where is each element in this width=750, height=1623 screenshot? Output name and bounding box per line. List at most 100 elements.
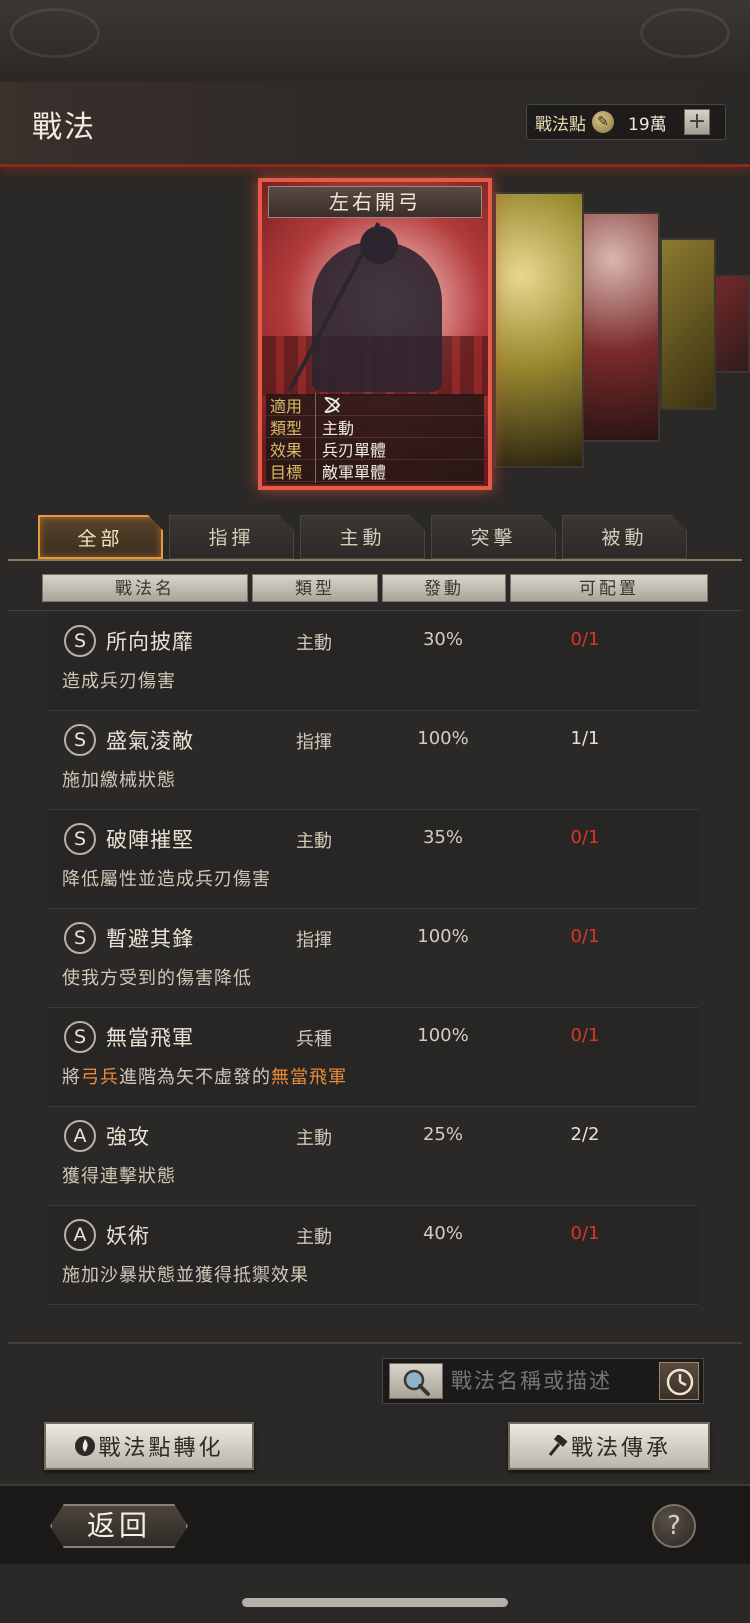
card-info-row: 類型 主動 — [266, 414, 484, 439]
card-back[interactable] — [494, 192, 584, 468]
list-bottom-divider — [8, 1342, 742, 1344]
tactic-name: 所向披靡 — [106, 630, 194, 654]
tactic-desc: 降低屬性並造成兵刃傷害 — [62, 869, 271, 890]
card-back[interactable] — [580, 212, 660, 442]
tactic-row[interactable]: S 無當飛軍 兵種 100% 0/1 將弓兵進階為矢不虛發的無當飛軍 — [48, 1008, 698, 1107]
tab-assault[interactable]: 突擊 — [431, 515, 556, 559]
inherit-tactic-button[interactable]: 戰法傳承 — [508, 1422, 710, 1470]
home-indicator[interactable] — [242, 1598, 508, 1607]
tactic-type: 主動 — [296, 633, 332, 654]
tactic-name: 無當飛軍 — [106, 1026, 194, 1050]
tactic-row[interactable]: S 暫避其鋒 指揮 100% 0/1 使我方受到的傷害降低 — [48, 909, 698, 1008]
card-title: 左右開弓 — [268, 186, 482, 218]
tactic-type: 主動 — [296, 1227, 332, 1248]
add-points-button[interactable]: + — [684, 109, 710, 135]
tab-command[interactable]: 指揮 — [169, 515, 294, 559]
info-key: 類型 — [266, 414, 316, 439]
tactic-slots: 0/1 — [570, 629, 600, 650]
tactic-desc: 施加沙暴狀態並獲得抵禦效果 — [62, 1265, 309, 1286]
grade-badge: S — [64, 724, 96, 756]
desc-highlight: 弓兵 — [81, 1067, 119, 1088]
tactic-rate: 100% — [417, 926, 469, 947]
help-button[interactable]: ? — [652, 1504, 696, 1548]
search-bar — [382, 1358, 704, 1404]
grade-badge: S — [64, 922, 96, 954]
tactic-name: 妖術 — [106, 1224, 150, 1248]
column-header-name[interactable]: 戰法名 — [42, 574, 248, 602]
footer-bar: 返回 ? — [0, 1484, 750, 1564]
column-header-trigger[interactable]: 發動 — [382, 574, 506, 602]
tactic-type: 主動 — [296, 831, 332, 852]
tactic-row[interactable]: S 盛氣淩敵 指揮 100% 1/1 施加繳械狀態 — [48, 711, 698, 810]
tactic-rate: 25% — [422, 1124, 463, 1145]
points-label: 戰法點 — [535, 114, 586, 135]
info-key: 目標 — [266, 458, 316, 483]
column-header-slots[interactable]: 可配置 — [510, 574, 708, 602]
tactic-rate: 35% — [422, 827, 463, 848]
desc-text: 進階為矢不虛發的 — [119, 1067, 271, 1088]
tactic-slots: 0/1 — [570, 1025, 600, 1046]
tactic-card-carousel[interactable]: 左右開弓 適用 類型 主動 效果 兵刃單體 目標 敵軍單體 — [0, 170, 750, 500]
grade-badge: S — [64, 1021, 96, 1053]
inherit-tactic-label: 戰法傳承 — [570, 1436, 671, 1461]
flame-icon — [75, 1436, 96, 1456]
tactic-row[interactable]: S 破陣摧堅 主動 35% 0/1 降低屬性並造成兵刃傷害 — [48, 810, 698, 909]
top-decor-strip — [0, 0, 750, 82]
tab-passive[interactable]: 被動 — [562, 515, 687, 559]
search-input[interactable] — [451, 1369, 651, 1393]
magnifier-icon[interactable] — [389, 1363, 443, 1399]
grade-badge: A — [64, 1120, 96, 1152]
tactic-slots: 2/2 — [570, 1124, 600, 1145]
tactic-points-box: 戰法點 ✎ 19萬 + — [526, 104, 726, 140]
card-info-row: 目標 敵軍單體 — [266, 458, 484, 483]
desc-text: 將 — [62, 1067, 81, 1088]
cloud-ornament — [640, 8, 730, 58]
grade-badge: A — [64, 1219, 96, 1251]
tactic-desc: 使我方受到的傷害降低 — [62, 968, 252, 989]
card-art-head — [360, 226, 398, 264]
tactic-type: 指揮 — [296, 732, 332, 753]
column-header-type[interactable]: 類型 — [252, 574, 378, 602]
tactic-row[interactable]: A 妖術 主動 40% 0/1 施加沙暴狀態並獲得抵禦效果 — [48, 1206, 698, 1305]
feather-coin-icon: ✎ — [592, 111, 614, 133]
cloud-ornament — [10, 8, 100, 58]
tactic-rate: 40% — [422, 1223, 463, 1244]
tactic-desc: 將弓兵進階為矢不虛發的無當飛軍 — [62, 1063, 347, 1089]
tactic-row[interactable]: A 強攻 主動 25% 2/2 獲得連擊狀態 — [48, 1107, 698, 1206]
card-info-row: 適用 — [266, 392, 484, 417]
header-divider — [8, 610, 742, 611]
tactic-desc: 施加繳械狀態 — [62, 770, 176, 791]
tactic-name: 暫避其鋒 — [106, 927, 194, 951]
desc-highlight: 無當飛軍 — [271, 1067, 347, 1088]
tactic-list[interactable]: S 所向披靡 主動 30% 0/1 造成兵刃傷害 S 盛氣淩敵 指揮 100% … — [48, 612, 698, 1340]
tactic-name: 強攻 — [106, 1125, 150, 1149]
tactic-row[interactable]: S 所向披靡 主動 30% 0/1 造成兵刃傷害 — [48, 612, 698, 711]
info-key: 效果 — [266, 436, 316, 461]
card-art-rider — [312, 242, 442, 392]
tab-active[interactable]: 主動 — [300, 515, 425, 559]
card-info-panel: 適用 類型 主動 效果 兵刃單體 目標 敵軍單體 — [266, 392, 484, 484]
info-value: 主動 — [322, 418, 355, 438]
convert-points-button[interactable]: 戰法點轉化 — [44, 1422, 254, 1470]
info-key: 適用 — [266, 392, 316, 417]
selected-tactic-card[interactable]: 左右開弓 適用 類型 主動 效果 兵刃單體 目標 敵軍單體 — [258, 178, 492, 490]
tactic-slots: 1/1 — [570, 728, 600, 749]
tactic-slots: 0/1 — [570, 1223, 600, 1244]
card-info-row: 效果 兵刃單體 — [266, 436, 484, 461]
card-back[interactable] — [660, 238, 716, 410]
tactic-type: 兵種 — [296, 1029, 332, 1050]
clock-icon[interactable] — [659, 1362, 699, 1400]
header-bar: 戰法 戰法點 ✎ 19萬 + — [0, 82, 750, 167]
table-header: 戰法名 類型 發動 可配置 — [42, 574, 708, 602]
tactic-desc: 造成兵刃傷害 — [62, 671, 176, 692]
convert-points-label: 戰法點轉化 — [98, 1436, 224, 1461]
back-button[interactable]: 返回 — [50, 1504, 188, 1548]
tab-divider — [8, 559, 742, 561]
info-value: 敵軍單體 — [322, 462, 387, 482]
grade-badge: S — [64, 823, 96, 855]
tab-all[interactable]: 全部 — [38, 515, 163, 559]
tactic-rate: 100% — [417, 728, 469, 749]
page-title: 戰法 — [32, 110, 96, 145]
points-value: 19萬 — [628, 114, 667, 135]
tactic-desc: 獲得連擊狀態 — [62, 1166, 176, 1187]
